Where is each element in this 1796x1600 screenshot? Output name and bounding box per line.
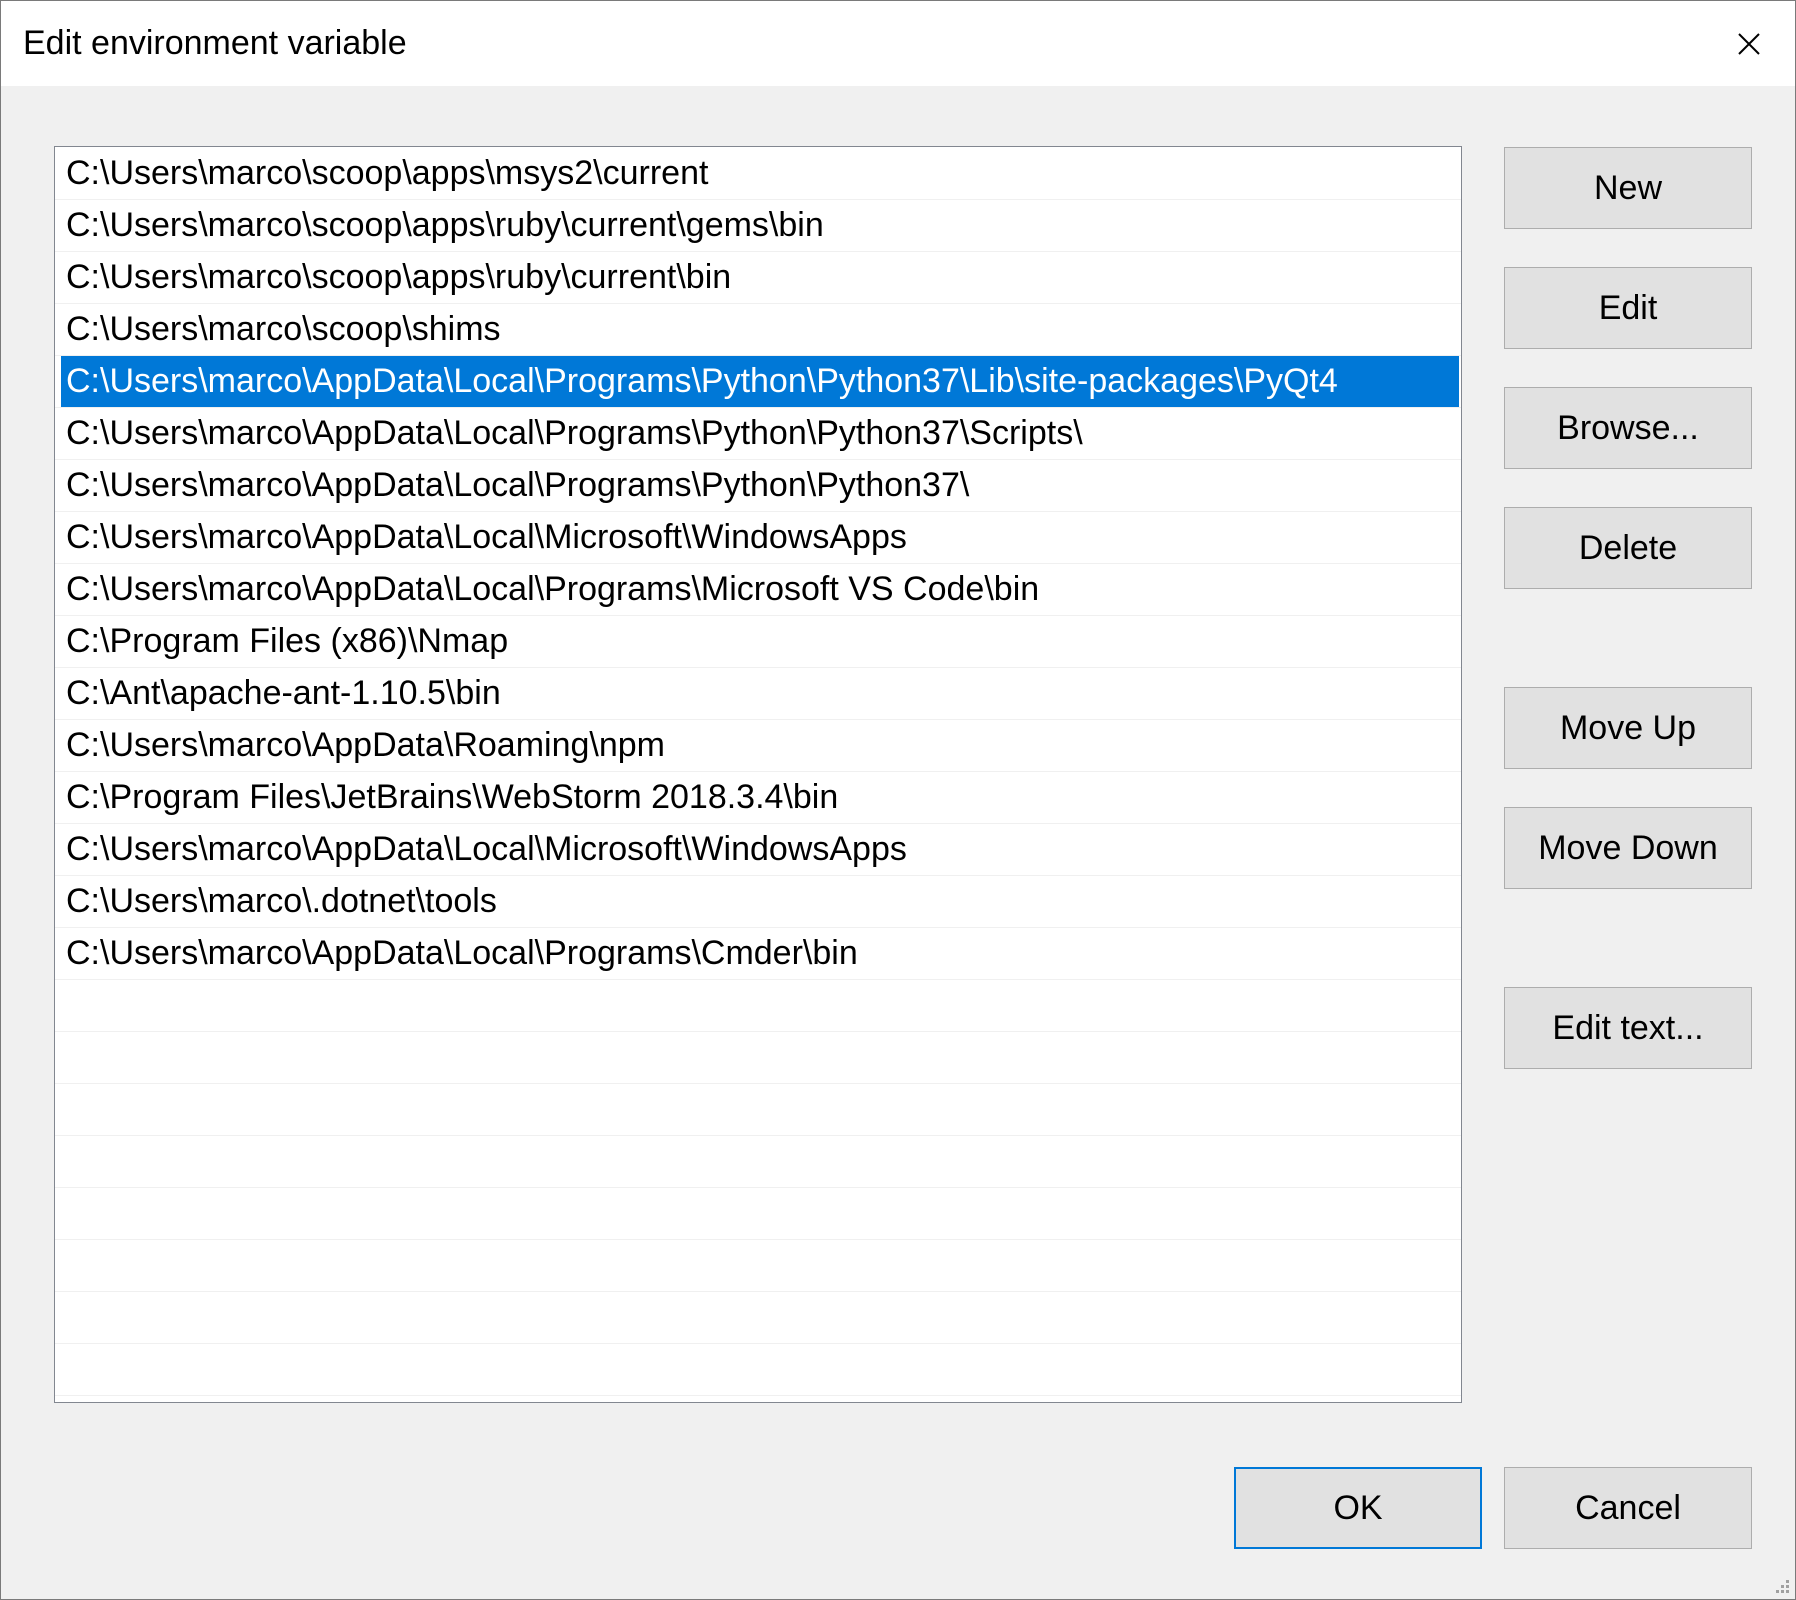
list-item-text — [61, 1032, 1459, 1083]
list-item-text: C:\Users\marco\.dotnet\tools — [66, 882, 497, 920]
list-item-selected[interactable]: C:\Users\marco\AppData\Local\Programs\Py… — [55, 356, 1461, 408]
list-item[interactable]: C:\Users\marco\scoop\apps\ruby\current\b… — [55, 252, 1461, 304]
list-item[interactable] — [55, 980, 1461, 1032]
list-item[interactable]: C:\Users\marco\scoop\apps\msys2\current — [55, 148, 1461, 200]
list-item[interactable] — [55, 1032, 1461, 1084]
list-item-text: C:\Users\marco\scoop\shims — [66, 310, 501, 348]
list-item[interactable]: C:\Users\marco\scoop\apps\ruby\current\g… — [55, 200, 1461, 252]
list-item-text: C:\Users\marco\AppData\Roaming\npm — [66, 726, 666, 764]
list-item-text: C:\Users\marco\AppData\Local\Microsoft\W… — [66, 518, 907, 556]
list-item[interactable] — [55, 1292, 1461, 1344]
list-item-text — [61, 1136, 1459, 1187]
list-item[interactable]: C:\Users\marco\scoop\shims — [55, 304, 1461, 356]
list-item[interactable]: C:\Users\marco\AppData\Roaming\npm — [55, 720, 1461, 772]
list-item[interactable]: C:\Users\marco\AppData\Local\Microsoft\W… — [55, 824, 1461, 876]
list-item-text: C:\Program Files\JetBrains\WebStorm 2018… — [66, 778, 839, 816]
list-item-text: C:\Users\marco\AppData\Local\Programs\Py… — [66, 466, 970, 504]
list-item[interactable]: C:\Users\marco\AppData\Local\Programs\Py… — [55, 408, 1461, 460]
list-item[interactable]: C:\Users\marco\AppData\Local\Programs\Cm… — [55, 928, 1461, 980]
edit-env-var-dialog: Edit environment variable C:\Users\marco… — [0, 0, 1796, 1600]
list-item-text — [61, 1188, 1459, 1239]
list-item[interactable]: C:\Users\marco\AppData\Local\Microsoft\W… — [55, 512, 1461, 564]
list-item-text — [61, 980, 1459, 1031]
list-item[interactable] — [55, 1240, 1461, 1292]
list-item-text: C:\Users\marco\AppData\Local\Programs\Py… — [66, 414, 1083, 452]
list-item[interactable]: C:\Users\marco\.dotnet\tools — [55, 876, 1461, 928]
close-button[interactable] — [1703, 1, 1795, 86]
list-item[interactable]: C:\Ant\apache-ant-1.10.5\bin — [55, 668, 1461, 720]
resize-grip-icon[interactable] — [1771, 1575, 1791, 1595]
path-list[interactable]: C:\Users\marco\scoop\apps\msys2\current C… — [54, 146, 1462, 1403]
list-item[interactable] — [55, 1396, 1461, 1402]
list-item-text — [61, 1344, 1459, 1395]
list-item-text: C:\Users\marco\AppData\Local\Microsoft\W… — [66, 830, 907, 868]
list-item[interactable] — [55, 1136, 1461, 1188]
list-item-text — [61, 1084, 1459, 1135]
list-item-text: C:\Users\marco\scoop\apps\msys2\current — [66, 154, 709, 192]
delete-button[interactable]: Delete — [1504, 507, 1752, 589]
list-item[interactable]: C:\Users\marco\AppData\Local\Programs\Mi… — [55, 564, 1461, 616]
list-item[interactable] — [55, 1188, 1461, 1240]
edit-text-button[interactable]: Edit text... — [1504, 987, 1752, 1069]
browse-button[interactable]: Browse... — [1504, 387, 1752, 469]
list-item-text: C:\Users\marco\AppData\Local\Programs\Py… — [61, 356, 1459, 407]
new-button[interactable]: New — [1504, 147, 1752, 229]
close-icon — [1738, 32, 1760, 55]
list-item-text — [61, 1396, 1459, 1402]
list-item[interactable] — [55, 1344, 1461, 1396]
list-item-text: C:\Users\marco\AppData\Local\Programs\Cm… — [66, 934, 858, 972]
list-item-text — [61, 1240, 1459, 1291]
move-up-button[interactable]: Move Up — [1504, 687, 1752, 769]
list-item-text: C:\Program Files (x86)\Nmap — [66, 622, 509, 660]
list-item[interactable]: C:\Users\marco\AppData\Local\Programs\Py… — [55, 460, 1461, 512]
list-item-text: C:\Users\marco\AppData\Local\Programs\Mi… — [66, 570, 1040, 608]
ok-button[interactable]: OK — [1234, 1467, 1482, 1549]
window-title: Edit environment variable — [23, 24, 407, 62]
move-down-button[interactable]: Move Down — [1504, 807, 1752, 889]
list-item[interactable]: C:\Program Files\JetBrains\WebStorm 2018… — [55, 772, 1461, 824]
list-item-text: C:\Users\marco\scoop\apps\ruby\current\g… — [66, 206, 824, 244]
list-item[interactable]: C:\Program Files (x86)\Nmap — [55, 616, 1461, 668]
list-item[interactable] — [55, 1084, 1461, 1136]
list-item-text — [61, 1292, 1459, 1343]
edit-button[interactable]: Edit — [1504, 267, 1752, 349]
list-item-text: C:\Users\marco\scoop\apps\ruby\current\b… — [66, 258, 732, 296]
list-item-text: C:\Ant\apache-ant-1.10.5\bin — [66, 674, 501, 712]
title-bar: Edit environment variable — [1, 1, 1795, 86]
cancel-button[interactable]: Cancel — [1504, 1467, 1752, 1549]
